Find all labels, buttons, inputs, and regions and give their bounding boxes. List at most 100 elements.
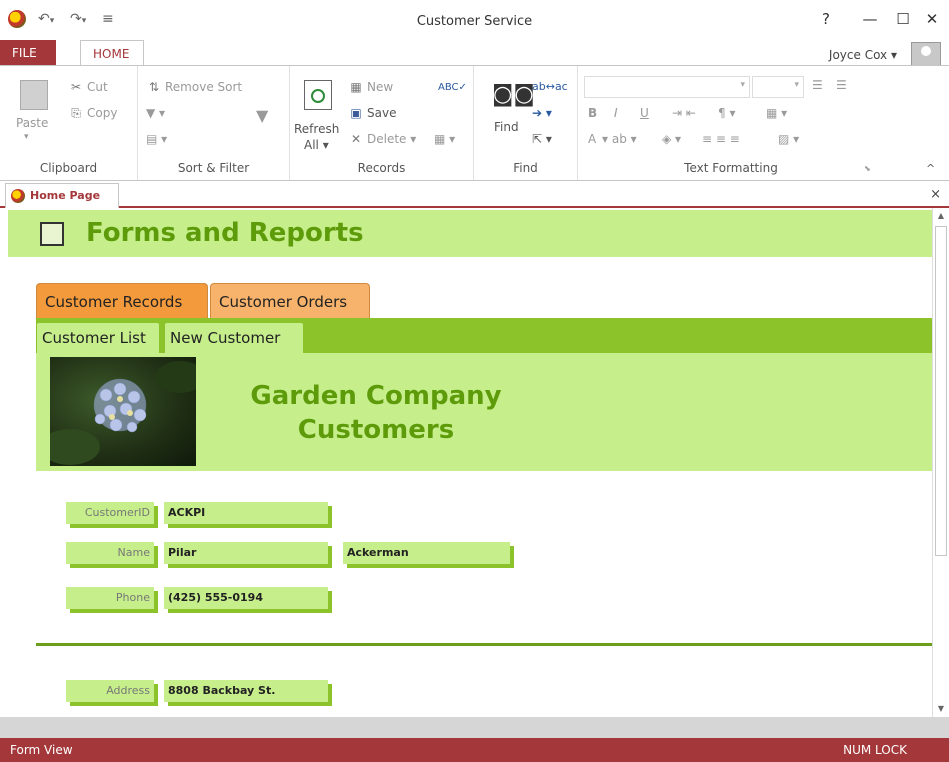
first-name-field[interactable]: Pilar — [164, 542, 328, 564]
find-button[interactable]: Find — [494, 120, 519, 134]
address-label: Address — [66, 680, 154, 702]
scroll-down-icon[interactable]: ▼ — [933, 701, 949, 717]
indent-icons[interactable]: ⇥ ⇤ — [672, 106, 696, 120]
close-window-button[interactable]: ✕ — [922, 10, 942, 28]
forms-reports-header: Forms and Reports — [8, 210, 932, 257]
copy-button[interactable]: Copy — [87, 106, 117, 120]
copy-icon: ⎘ — [71, 106, 81, 120]
filter-icon[interactable]: ▼ — [256, 106, 268, 125]
last-name-field[interactable]: Ackerman — [343, 542, 510, 564]
records-group: Refresh All ▾ ▦ New ▣ Save ✕ Delete ▾ ABC✓ … — [290, 66, 474, 180]
form-icon — [40, 222, 64, 246]
toggle-filter-icon[interactable]: ▼ ▾ — [146, 106, 165, 120]
font-name-select[interactable]: ▾ — [584, 76, 750, 98]
underline-button[interactable]: U — [640, 106, 649, 120]
bullets-icon[interactable]: ☰ — [812, 78, 823, 92]
help-button[interactable]: ? — [816, 10, 836, 28]
close-document-icon[interactable]: × — [930, 187, 941, 202]
text-formatting-group: ▾ ▾ ☰ ☰ B I U ⇥ ⇤ ¶ ▾ ▦ ▾ A ▾ ab ▾ ◈ ▾ ≡… — [578, 66, 884, 180]
select-icon[interactable]: ⇱ ▾ — [532, 132, 552, 146]
refresh-all-dropdown[interactable]: All ▾ — [304, 138, 329, 152]
view-status: Form View — [10, 743, 73, 757]
horizontal-bar — [0, 717, 949, 738]
sort-filter-group: ⇅ Remove Sort ▼ ▾ ▤ ▾ ▼ Sort & Filter — [138, 66, 290, 180]
subtab-bar: Customer List New Customer — [36, 318, 932, 353]
font-color-button[interactable]: A — [588, 132, 596, 146]
go-to-icon[interactable]: ➔ ▾ — [532, 106, 552, 120]
records-group-label: Records — [357, 161, 406, 175]
advanced-filter-icon[interactable]: ▤ ▾ — [146, 132, 167, 146]
ribbon-tab-row: FILE HOME Joyce Cox ▾ — [0, 38, 949, 66]
user-account-name[interactable]: Joyce Cox ▾ — [829, 48, 897, 62]
gridlines-icon[interactable]: ▦ ▾ — [766, 106, 787, 120]
customer-id-field[interactable]: ACKPI — [164, 502, 328, 524]
collapse-ribbon-icon[interactable]: ^ — [926, 162, 935, 175]
paste-dropdown-icon[interactable]: ▾ — [24, 132, 29, 142]
tab-home[interactable]: HOME — [80, 40, 144, 66]
customer-id-label: CustomerID — [66, 502, 154, 524]
remove-sort-button[interactable]: Remove Sort — [165, 80, 242, 94]
tab-customer-records[interactable]: Customer Records — [36, 283, 208, 318]
paragraph-direction-icon[interactable]: ¶ ▾ — [718, 106, 735, 120]
scroll-thumb[interactable] — [935, 226, 947, 556]
text-formatting-group-label: Text Formatting — [684, 161, 778, 175]
phone-field[interactable]: (425) 555-0194 — [164, 587, 328, 609]
numbering-icon[interactable]: ☰ — [836, 78, 847, 92]
find-group: ◙◙ Find ab↔ac ➔ ▾ ⇱ ▾ Find — [474, 66, 578, 180]
clipboard-group-label: Clipboard — [39, 161, 98, 175]
align-icons[interactable]: ≡ ≡ ≡ — [702, 132, 740, 146]
minimize-button[interactable]: — — [860, 10, 880, 28]
highlight-icon[interactable]: ▾ ab ▾ — [602, 132, 637, 146]
fill-color-icon[interactable]: ◈ ▾ — [662, 132, 681, 146]
address-field[interactable]: 8808 Backbay St. — [164, 680, 328, 702]
section-divider — [36, 643, 932, 646]
phone-label: Phone — [66, 587, 154, 609]
replace-icon[interactable]: ab↔ac — [532, 80, 568, 93]
refresh-icon — [304, 80, 332, 110]
status-bar: Form View NUM LOCK — [0, 738, 949, 762]
form-view: Forms and Reports Customer Records Custo… — [0, 208, 932, 717]
vertical-scrollbar[interactable]: ▲ ▼ — [932, 208, 949, 717]
save-icon: ▣ — [350, 106, 362, 120]
new-record-button[interactable]: New — [367, 80, 393, 94]
dialog-launcher-icon[interactable]: ⬊ — [864, 164, 871, 173]
avatar[interactable] — [911, 42, 941, 66]
document-tab-strip: Home Page × — [0, 181, 949, 208]
font-size-select[interactable]: ▾ — [752, 76, 804, 98]
tab-home-page[interactable]: Home Page — [5, 183, 119, 208]
home-page-tab-label: Home Page — [30, 189, 101, 202]
paste-button[interactable]: Paste — [16, 116, 48, 130]
remove-sort-icon: ⇅ — [148, 80, 160, 94]
tab-customer-orders[interactable]: Customer Orders — [210, 283, 370, 318]
num-lock-indicator: NUM LOCK — [843, 743, 907, 757]
maximize-button[interactable]: ☐ — [893, 10, 913, 28]
tab-file[interactable]: FILE — [0, 40, 56, 66]
cut-icon: ✂ — [70, 80, 82, 94]
page-title: Forms and Reports — [86, 218, 364, 248]
title-bar: ↶▾ ↷▾ ≡ Customer Service ? — ☐ ✕ — [0, 0, 949, 38]
scroll-up-icon[interactable]: ▲ — [933, 208, 949, 224]
more-records-icon[interactable]: ▦ ▾ — [434, 132, 455, 146]
italic-button[interactable]: I — [614, 106, 618, 120]
alternate-row-color-icon[interactable]: ▨ ▾ — [778, 132, 799, 146]
refresh-button[interactable]: Refresh — [294, 122, 339, 136]
delete-button[interactable]: Delete — [367, 132, 406, 146]
delete-icon: ✕ — [350, 132, 362, 146]
cut-button[interactable]: Cut — [87, 80, 108, 94]
hydrangea-photo — [50, 357, 196, 466]
save-button[interactable]: Save — [367, 106, 396, 120]
company-header: Garden Company Customers — [36, 353, 932, 471]
ribbon: Paste ▾ ✂ Cut ⎘ Copy Clipboard ⇅ Remove Sor… — [0, 65, 949, 181]
find-group-label: Find — [513, 161, 538, 175]
binoculars-icon: ◙◙ — [492, 82, 535, 107]
tab-new-customer[interactable]: New Customer — [164, 322, 304, 353]
new-record-icon: ▦ — [350, 80, 362, 94]
company-title: Garden Company Customers — [250, 381, 502, 445]
sort-filter-group-label: Sort & Filter — [177, 161, 250, 175]
tab-customer-list[interactable]: Customer List — [36, 322, 160, 353]
form-tab-icon — [11, 189, 25, 203]
name-label: Name — [66, 542, 154, 564]
spelling-icon[interactable]: ABC✓ — [438, 82, 467, 93]
bold-button[interactable]: B — [588, 106, 597, 120]
paste-icon — [20, 80, 48, 110]
